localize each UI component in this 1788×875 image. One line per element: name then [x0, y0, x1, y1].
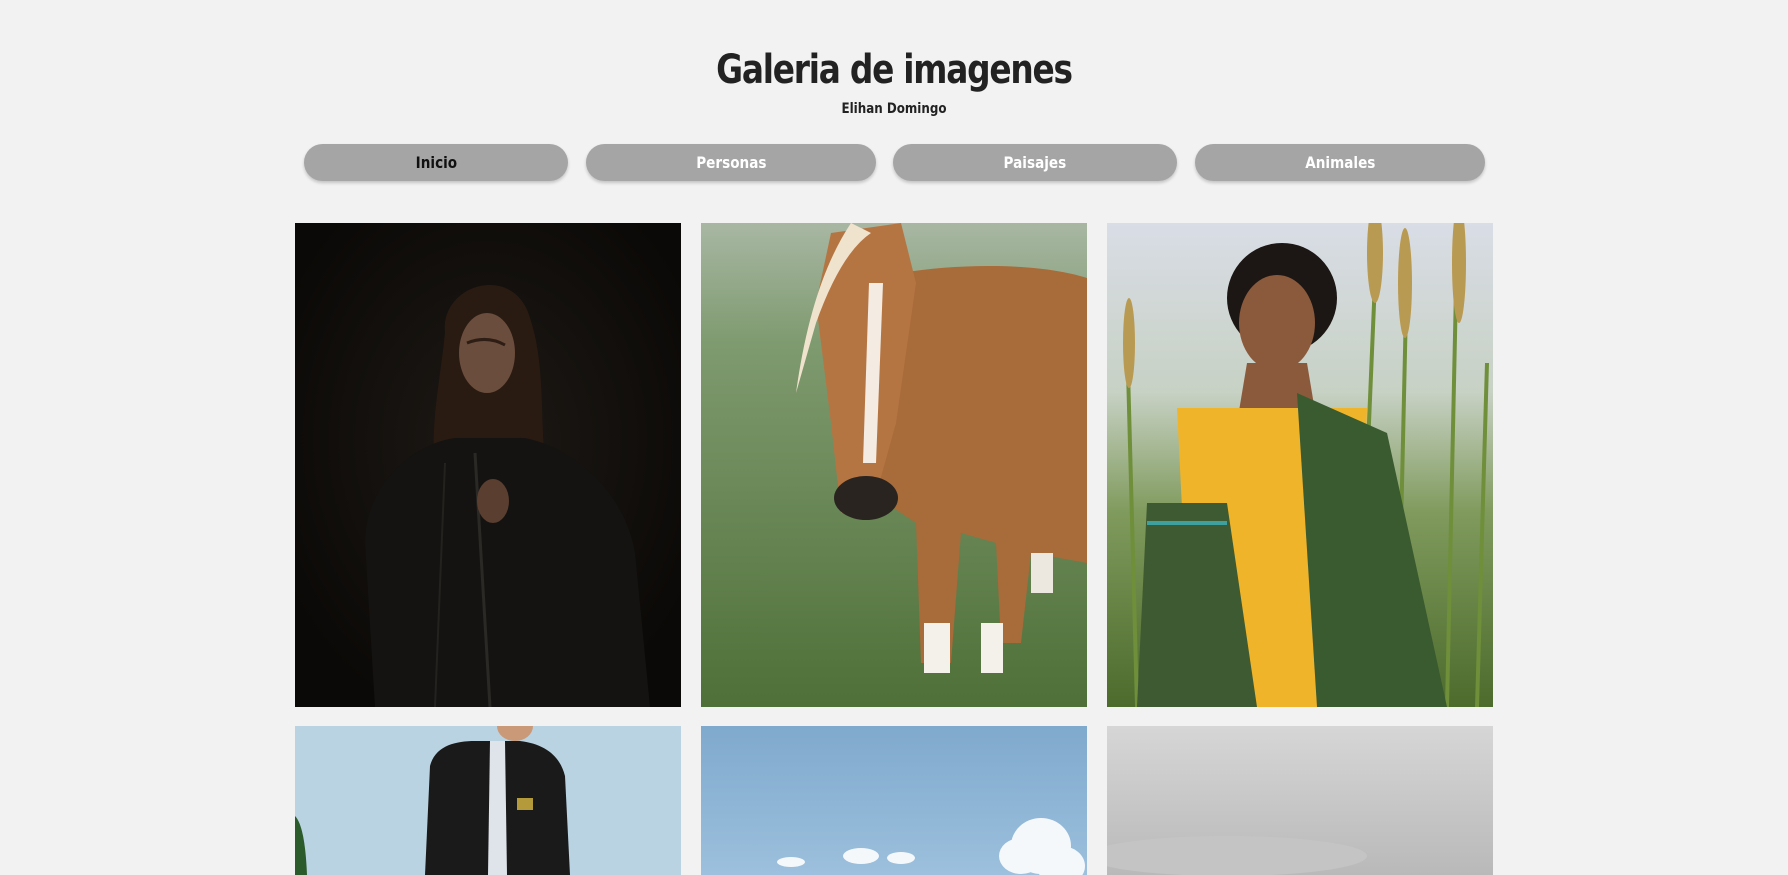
woman-in-wheat-field-photo [1107, 223, 1493, 707]
gallery-image-blue-sky[interactable] [701, 726, 1087, 875]
main-nav: Inicio Personas Paisajes Animales [0, 144, 1788, 182]
gallery-image-woman-wheat[interactable] [1107, 223, 1493, 707]
man-bomber-jacket-photo [295, 726, 681, 875]
woman-leather-jacket-photo [295, 223, 681, 707]
nav-inicio-label: Inicio [415, 153, 457, 172]
gallery-image-overcast[interactable] [1107, 726, 1493, 875]
nav-personas-button[interactable]: Personas [586, 144, 876, 181]
nav-personas-label: Personas [695, 153, 767, 172]
gallery-image-woman-leather-jacket[interactable] [295, 223, 681, 707]
nav-paisajes-button[interactable]: Paisajes [893, 144, 1177, 181]
nav-paisajes-label: Paisajes [1003, 153, 1067, 172]
page-title: Galeria de imagenes [716, 47, 1073, 93]
gallery-image-horse[interactable] [701, 223, 1087, 707]
page-subtitle: Elihan Domingo [841, 101, 947, 117]
horse-in-field-photo [701, 223, 1087, 707]
nav-animales-button[interactable]: Animales [1195, 144, 1485, 181]
nav-animales-label: Animales [1304, 153, 1376, 172]
blue-sky-clouds-photo [701, 726, 1087, 875]
nav-inicio-button[interactable]: Inicio [304, 144, 568, 181]
gallery-image-man-bomber[interactable] [295, 726, 681, 875]
overcast-sky-photo [1107, 726, 1493, 875]
